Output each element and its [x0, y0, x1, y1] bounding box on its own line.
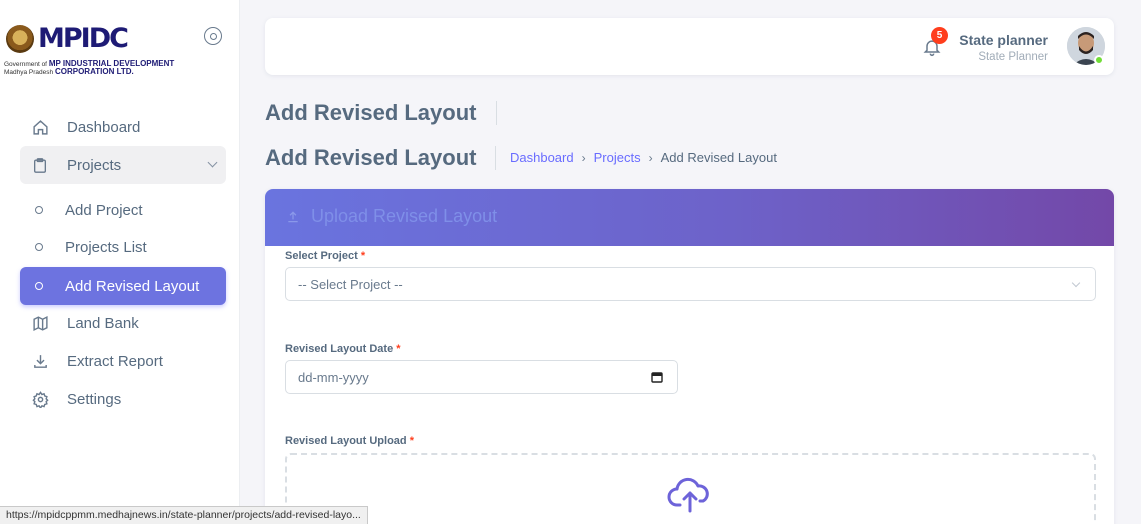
- breadcrumb-separator: ›: [581, 150, 586, 165]
- select-project-label: Select Project *: [285, 250, 365, 262]
- sidebar-item-label: Dashboard: [67, 118, 141, 136]
- page-title-top: Add Revised Layout: [265, 100, 477, 125]
- sidebar-item-label: Projects: [67, 156, 122, 174]
- sidebar-item-settings[interactable]: Settings: [20, 380, 226, 418]
- notification-count-badge: 5: [931, 27, 948, 44]
- sidebar-item-label: Add Revised Layout: [65, 277, 200, 295]
- bullet-icon: [35, 282, 43, 290]
- required-mark: *: [409, 435, 414, 447]
- logo-state-text: Madhya Pradesh: [4, 69, 54, 76]
- online-status-dot: [1094, 55, 1104, 65]
- logo-ltd-text: CORPORATION LTD.: [54, 67, 134, 76]
- state-emblem-icon: [6, 25, 34, 53]
- toggle-circle-icon: [209, 32, 217, 40]
- bullet-icon: [35, 206, 43, 214]
- logo-gov-text: Government of: [4, 61, 47, 68]
- clipboard-icon: [31, 156, 49, 174]
- sidebar-item-projects-list[interactable]: Projects List: [20, 228, 226, 266]
- sidebar-toggle-button[interactable]: [204, 27, 222, 45]
- cloud-upload-icon: [667, 473, 713, 513]
- top-navbar: 5 State planner State Planner: [265, 18, 1114, 75]
- page-title: Add Revised Layout: [265, 145, 477, 170]
- map-icon: [31, 314, 49, 332]
- required-mark: *: [360, 250, 366, 262]
- chevron-down-icon: [207, 157, 218, 168]
- sidebar-item-label: Extract Report: [67, 352, 163, 370]
- select-project-dropdown[interactable]: -- Select Project --: [285, 267, 1096, 301]
- logo-subtitle-line2: Madhya Pradesh CORPORATION LTD.: [4, 68, 134, 77]
- revised-layout-upload-label-text: Revised Layout Upload: [285, 435, 407, 447]
- user-name: State planner: [959, 32, 1048, 48]
- title-divider: [496, 101, 497, 125]
- logo-wordmark: MPIDC: [38, 23, 129, 54]
- user-role: State Planner: [978, 51, 1048, 63]
- download-icon: [31, 352, 49, 370]
- select-project-value: -- Select Project --: [298, 276, 403, 292]
- file-upload-dropzone[interactable]: [285, 453, 1096, 524]
- breadcrumb-dashboard-link[interactable]: Dashboard: [510, 150, 574, 165]
- bullet-icon: [35, 243, 43, 251]
- select-project-label-text: Select Project: [285, 250, 358, 262]
- browser-status-url: https://mpidcppmm.medhajnews.in/state-pl…: [0, 506, 368, 524]
- brand-logo[interactable]: MPIDC Government of MP INDUSTRIAL DEVELO…: [4, 20, 204, 90]
- revised-layout-upload-label: Revised Layout Upload *: [285, 435, 414, 447]
- sidebar-item-land-bank[interactable]: Land Bank: [20, 304, 226, 342]
- sidebar-item-add-revised-layout[interactable]: Add Revised Layout: [20, 267, 226, 305]
- revised-layout-date-label: Revised Layout Date *: [285, 343, 401, 355]
- sidebar-item-extract-report[interactable]: Extract Report: [20, 342, 226, 380]
- card-title: Upload Revised Layout: [311, 206, 498, 226]
- sidebar-item-label: Settings: [67, 390, 122, 408]
- revised-layout-date-label-text: Revised Layout Date: [285, 343, 394, 355]
- date-placeholder: dd-mm-yyyy: [298, 369, 369, 385]
- breadcrumb-projects-link[interactable]: Projects: [594, 150, 641, 165]
- breadcrumb-separator: ›: [648, 150, 653, 165]
- gear-icon: [31, 390, 49, 408]
- upload-revised-layout-card: Upload Revised Layout Select Project * -…: [265, 189, 1114, 524]
- breadcrumb: Dashboard › Projects › Add Revised Layou…: [510, 150, 777, 165]
- calendar-icon[interactable]: [651, 371, 663, 383]
- sidebar-item-label: Land Bank: [67, 314, 139, 332]
- breadcrumb-current: Add Revised Layout: [660, 150, 777, 165]
- sidebar-item-label: Add Project: [65, 201, 143, 219]
- sidebar-item-label: Projects List: [65, 238, 147, 256]
- chevron-down-icon: [1071, 278, 1081, 288]
- title-divider: [495, 146, 496, 170]
- sidebar-item-projects[interactable]: Projects: [20, 146, 226, 184]
- sidebar: MPIDC Government of MP INDUSTRIAL DEVELO…: [0, 0, 240, 524]
- upload-icon: [286, 210, 300, 224]
- sidebar-item-dashboard[interactable]: Dashboard: [20, 108, 226, 146]
- sidebar-item-add-project[interactable]: Add Project: [20, 191, 226, 229]
- home-icon: [31, 118, 49, 136]
- required-mark: *: [396, 343, 401, 355]
- revised-layout-date-input[interactable]: dd-mm-yyyy: [285, 360, 678, 394]
- card-header: Upload Revised Layout: [265, 189, 1114, 246]
